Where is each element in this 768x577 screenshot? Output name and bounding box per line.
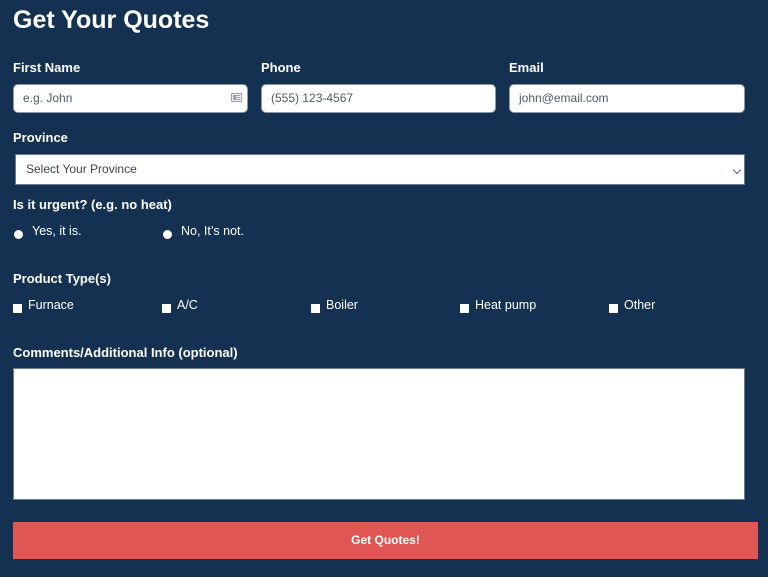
ac-label[interactable]: A/C bbox=[177, 298, 198, 313]
get-quotes-button[interactable]: Get Quotes! bbox=[13, 522, 758, 559]
email-placeholder: john@email.com bbox=[519, 91, 609, 105]
other-checkbox[interactable] bbox=[609, 304, 618, 313]
page-title: Get Your Quotes bbox=[13, 6, 210, 34]
other-label[interactable]: Other bbox=[624, 298, 655, 313]
product-types-label: Product Type(s) bbox=[13, 271, 111, 286]
first-name-input[interactable]: e.g. John bbox=[13, 84, 248, 113]
boiler-label[interactable]: Boiler bbox=[326, 298, 358, 313]
furnace-checkbox[interactable] bbox=[13, 304, 22, 313]
comments-label: Comments/Additional Info (optional) bbox=[13, 345, 238, 360]
province-select[interactable]: Select Your Province bbox=[15, 154, 745, 185]
urgent-yes-label[interactable]: Yes, it is. bbox=[32, 224, 82, 239]
ac-checkbox[interactable] bbox=[162, 304, 171, 313]
chevron-down-icon bbox=[732, 165, 742, 175]
province-selected-value: Select Your Province bbox=[26, 162, 137, 176]
boiler-checkbox[interactable] bbox=[311, 304, 320, 313]
heat-pump-checkbox[interactable] bbox=[460, 304, 469, 313]
comments-textarea[interactable] bbox=[13, 368, 745, 500]
urgent-no-radio[interactable] bbox=[163, 230, 172, 239]
furnace-label[interactable]: Furnace bbox=[28, 298, 74, 313]
email-label: Email bbox=[509, 60, 544, 75]
heat-pump-label[interactable]: Heat pump bbox=[475, 298, 536, 313]
email-input[interactable]: john@email.com bbox=[509, 84, 745, 113]
contact-card-icon[interactable] bbox=[231, 93, 242, 102]
province-label: Province bbox=[13, 130, 68, 145]
phone-input[interactable]: (555) 123-4567 bbox=[261, 84, 496, 113]
urgent-label: Is it urgent? (e.g. no heat) bbox=[13, 197, 172, 212]
first-name-label: First Name bbox=[13, 60, 81, 75]
phone-label: Phone bbox=[261, 60, 301, 75]
urgent-no-label[interactable]: No, It’s not. bbox=[181, 224, 244, 239]
phone-placeholder: (555) 123-4567 bbox=[271, 91, 354, 105]
first-name-placeholder: e.g. John bbox=[23, 91, 73, 105]
urgent-yes-radio[interactable] bbox=[14, 230, 23, 239]
